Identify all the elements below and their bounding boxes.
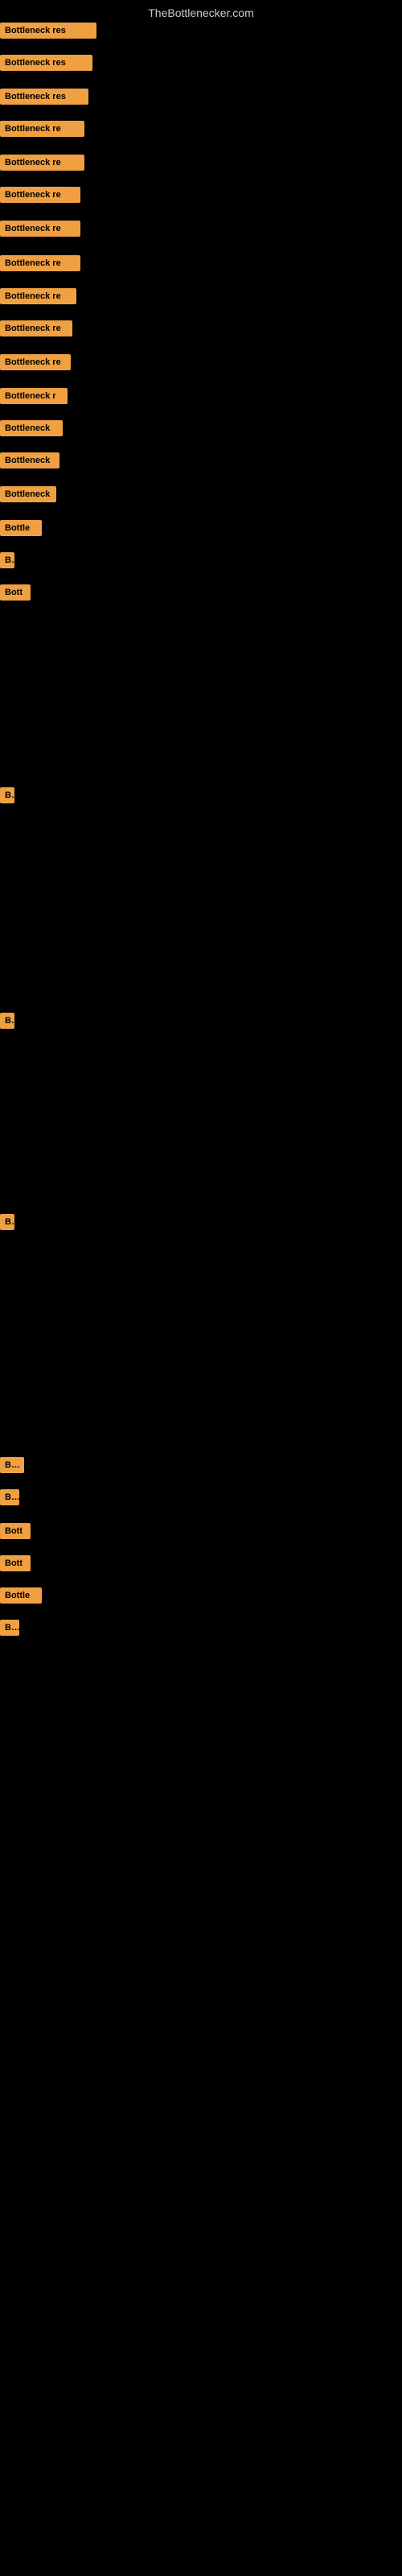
- bottleneck-button-btn18[interactable]: Bott: [0, 584, 31, 601]
- bottleneck-button-btn2[interactable]: Bottleneck res: [0, 55, 92, 71]
- bottleneck-button-btn23[interactable]: Bo: [0, 1489, 19, 1505]
- bottleneck-button-btn17[interactable]: B: [0, 552, 14, 568]
- bottleneck-button-btn3[interactable]: Bottleneck res: [0, 89, 88, 105]
- bottleneck-button-btn22[interactable]: Bot: [0, 1457, 24, 1473]
- bottleneck-button-btn19[interactable]: B: [0, 787, 14, 803]
- bottleneck-button-btn27[interactable]: Bo: [0, 1620, 19, 1636]
- bottleneck-button-btn15[interactable]: Bottleneck: [0, 486, 56, 502]
- bottleneck-button-btn6[interactable]: Bottleneck re: [0, 187, 80, 203]
- bottleneck-button-btn5[interactable]: Bottleneck re: [0, 155, 84, 171]
- bottleneck-button-btn10[interactable]: Bottleneck re: [0, 320, 72, 336]
- bottleneck-button-btn25[interactable]: Bott: [0, 1555, 31, 1571]
- bottleneck-button-btn1[interactable]: Bottleneck res: [0, 23, 96, 39]
- bottleneck-button-btn7[interactable]: Bottleneck re: [0, 221, 80, 237]
- bottleneck-button-btn4[interactable]: Bottleneck re: [0, 121, 84, 137]
- bottleneck-button-btn11[interactable]: Bottleneck re: [0, 354, 71, 370]
- bottleneck-button-btn16[interactable]: Bottle: [0, 520, 42, 536]
- bottleneck-button-btn21[interactable]: B: [0, 1214, 14, 1230]
- bottleneck-button-btn26[interactable]: Bottle: [0, 1587, 42, 1604]
- bottleneck-button-btn20[interactable]: B: [0, 1013, 14, 1029]
- bottleneck-button-btn24[interactable]: Bott: [0, 1523, 31, 1539]
- bottleneck-button-btn12[interactable]: Bottleneck r: [0, 388, 68, 404]
- bottleneck-button-btn8[interactable]: Bottleneck re: [0, 255, 80, 271]
- bottleneck-button-btn9[interactable]: Bottleneck re: [0, 288, 76, 304]
- bottleneck-button-btn14[interactable]: Bottleneck: [0, 452, 59, 469]
- bottleneck-button-btn13[interactable]: Bottleneck: [0, 420, 63, 436]
